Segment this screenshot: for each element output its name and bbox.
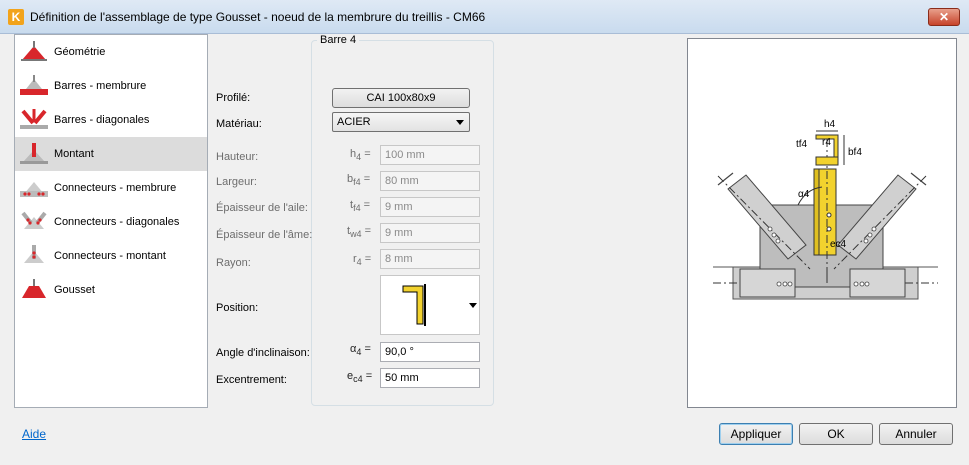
preview-label-tf4: tf4 [796, 139, 808, 150]
radius-label: Rayon: [216, 257, 251, 269]
nav-item-label: Connecteurs - membrure [54, 182, 177, 194]
nav-item-geometrie[interactable]: Géométrie [15, 35, 207, 69]
nav-item-gousset[interactable]: Gousset [15, 273, 207, 307]
nav-item-label: Connecteurs - montant [54, 250, 166, 262]
width-label: Largeur: [216, 176, 257, 188]
category-list: Géométrie Barres - membrure Barres - dia… [14, 34, 208, 408]
width-field[interactable]: 80 mm [380, 171, 480, 191]
chord-bars-icon [20, 75, 48, 95]
nav-item-connecteurs-membrure[interactable]: Connecteurs - membrure [15, 171, 207, 205]
app-logo-icon: K [8, 9, 24, 25]
angle-label: Angle d'inclinaison: [216, 347, 310, 359]
web-symbol: tw4 = [347, 225, 372, 240]
preview-label-alpha4: α4 [798, 189, 810, 200]
nav-item-montant[interactable]: Montant [15, 137, 207, 171]
eccentricity-field[interactable]: 50 mm [380, 368, 480, 388]
preview-label-r4: r4 [822, 137, 831, 148]
flange-symbol: tf4 = [350, 199, 371, 214]
nav-item-label: Géométrie [54, 46, 106, 58]
nav-item-label: Barres - diagonales [54, 114, 150, 126]
flange-thickness-label: Épaisseur de l'aile: [216, 202, 308, 214]
position-label: Position: [216, 302, 259, 314]
close-button[interactable]: ✕ [928, 8, 960, 26]
gusset-plate-icon [22, 279, 46, 298]
chevron-down-icon [456, 120, 464, 125]
eccentricity-symbol: ec4 = [347, 370, 373, 385]
help-link[interactable]: Aide [22, 427, 46, 441]
material-select[interactable]: ACIER [332, 112, 470, 132]
height-symbol: h4 = [350, 148, 371, 163]
material-label: Matériau: [216, 118, 262, 130]
web-thickness-field[interactable]: 9 mm [380, 223, 480, 243]
height-field[interactable]: 100 mm [380, 145, 480, 165]
angle-section-icon [402, 284, 426, 326]
radius-symbol: r4 = [353, 253, 372, 268]
nav-item-label: Gousset [54, 284, 95, 296]
eccentricity-label: Excentrement: [216, 374, 287, 386]
nav-item-barres-diagonales[interactable]: Barres - diagonales [15, 103, 207, 137]
window-title: Définition de l'assemblage de type Gouss… [30, 10, 486, 24]
apply-button[interactable]: Appliquer [719, 423, 793, 445]
material-value: ACIER [337, 116, 371, 128]
radius-field[interactable]: 8 mm [380, 249, 480, 269]
diagonal-bars-icon [20, 109, 48, 129]
title-bar: K Définition de l'assemblage de type Gou… [0, 0, 969, 34]
height-label: Hauteur: [216, 151, 259, 163]
width-symbol: bf4 = [347, 173, 371, 188]
chevron-down-icon [469, 303, 477, 308]
nav-item-label: Barres - membrure [54, 80, 147, 92]
gusset-geometry-icon [21, 41, 47, 61]
chord-connectors-icon [20, 182, 48, 197]
preview-label-bf4: bf4 [848, 147, 862, 158]
cancel-button[interactable]: Annuler [879, 423, 953, 445]
position-dropdown[interactable] [380, 275, 480, 335]
web-thickness-label: Épaisseur de l'âme: [216, 229, 313, 241]
group-title: Barre 4 [317, 34, 360, 46]
vertical-connectors-icon [24, 245, 44, 263]
nav-item-connecteurs-diagonales[interactable]: Connecteurs - diagonales [15, 205, 207, 239]
dialog-client: Géométrie Barres - membrure Barres - dia… [6, 34, 963, 459]
preview-label-h4: h4 [824, 119, 836, 130]
flange-thickness-field[interactable]: 9 mm [380, 197, 480, 217]
angle-field[interactable]: 90,0 ° [380, 342, 480, 362]
ok-button[interactable]: OK [799, 423, 873, 445]
joint-preview-drawing: h4 r4 tf4 bf4 α4 ec4 [713, 119, 938, 300]
nav-item-connecteurs-montant[interactable]: Connecteurs - montant [15, 239, 207, 273]
nav-item-barres-membrure[interactable]: Barres - membrure [15, 69, 207, 103]
diagonal-connectors-icon [21, 211, 47, 229]
preview-panel: h4 r4 tf4 bf4 α4 ec4 [687, 38, 957, 408]
angle-symbol: α4 = [350, 343, 371, 358]
nav-item-label: Montant [54, 148, 94, 160]
preview-label-ec4: ec4 [830, 239, 847, 250]
profile-label: Profilé: [216, 92, 251, 104]
profile-button[interactable]: CAI 100x80x9 [332, 88, 470, 108]
vertical-member-icon [20, 143, 48, 164]
nav-item-label: Connecteurs - diagonales [54, 216, 180, 228]
